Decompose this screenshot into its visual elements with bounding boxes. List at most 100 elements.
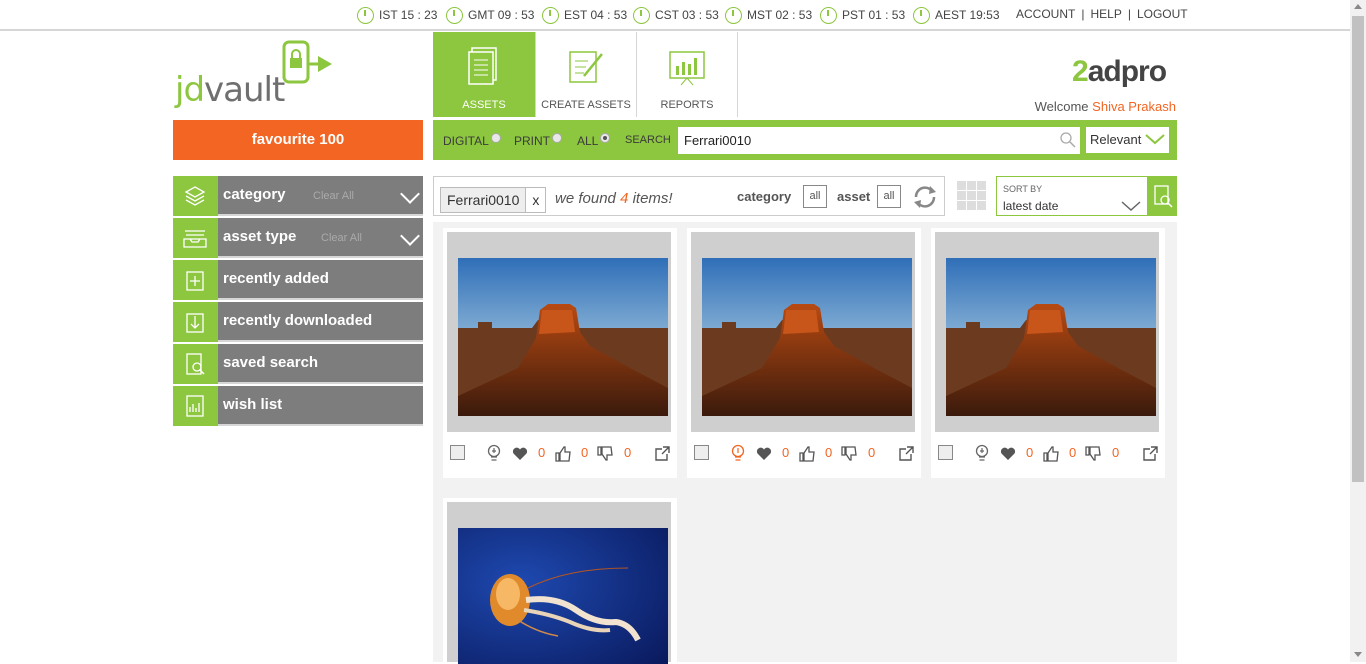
asset-thumbnail[interactable] (447, 502, 671, 664)
timezone-ist: IST 15 : 23 (357, 6, 437, 24)
asset-thumbnail[interactable] (935, 232, 1159, 432)
category-filter-label: category (737, 189, 792, 204)
create-assets-icon (569, 51, 603, 83)
desert-butte-image (702, 258, 912, 416)
radio-print[interactable] (552, 133, 562, 143)
separator: | (1081, 7, 1085, 21)
document-search-icon (1154, 185, 1173, 208)
idea-bulb-icon[interactable] (486, 444, 502, 464)
heart-icon[interactable] (1000, 447, 1016, 461)
download-icon (173, 302, 218, 342)
sidebar-item-saved-search[interactable]: saved search (173, 344, 423, 384)
asset-filter-value[interactable]: all (877, 185, 901, 208)
asset-actions: 0 0 0 (931, 442, 1165, 466)
chevron-down-icon[interactable] (1121, 200, 1141, 212)
reports-icon (669, 51, 705, 86)
clock-icon (633, 6, 650, 24)
asset-card[interactable] (443, 498, 677, 664)
chevron-down-icon[interactable] (1145, 133, 1165, 145)
asset-thumbnail[interactable] (691, 232, 915, 432)
clock-icon (542, 6, 559, 24)
asset-thumbnail[interactable] (447, 232, 671, 432)
tray-icon (173, 218, 218, 258)
external-link-icon[interactable] (898, 446, 914, 462)
dislike-count: 0 (624, 445, 632, 460)
asset-card[interactable]: 0 0 0 (687, 228, 921, 478)
idea-bulb-icon[interactable] (974, 444, 990, 464)
asset-actions: 0 0 0 (443, 442, 677, 466)
select-checkbox[interactable] (938, 445, 953, 460)
timezone-aest: AEST 19:53 (913, 6, 1000, 24)
filter-digital[interactable]: DIGITAL (443, 133, 501, 148)
thumbs-up-icon[interactable] (1043, 446, 1059, 462)
account-link[interactable]: ACCOUNT (1016, 7, 1075, 21)
tab-assets[interactable]: ASSETS (433, 32, 535, 117)
thumbs-down-icon[interactable] (1085, 446, 1101, 462)
select-checkbox[interactable] (694, 445, 709, 460)
sidebar-item-category[interactable]: category Clear All (173, 176, 423, 216)
layers-icon (173, 176, 218, 216)
external-link-icon[interactable] (1142, 446, 1158, 462)
external-link-icon[interactable] (654, 446, 670, 462)
top-links: ACCOUNT | HELP | LOGOUT (1016, 7, 1188, 21)
tab-reports[interactable]: REPORTS (636, 32, 738, 117)
chevron-down-icon[interactable] (400, 184, 420, 204)
timezone-cst: CST 03 : 53 (633, 6, 719, 24)
search-input[interactable] (678, 127, 1080, 154)
user-name[interactable]: Shiva Prakash (1092, 99, 1176, 114)
asset-actions: 0 0 0 (687, 442, 921, 466)
scroll-down-arrow-icon[interactable] (1354, 652, 1362, 657)
clear-all-link[interactable]: Clear All (321, 232, 362, 244)
search-term-chip: Ferrari0010 x (440, 187, 547, 213)
dislike-count: 0 (1112, 445, 1120, 460)
favourite-button[interactable]: favourite 100 (173, 120, 423, 160)
sidebar-item-asset-type[interactable]: asset type Clear All (173, 218, 423, 258)
logout-link[interactable]: LOGOUT (1137, 7, 1188, 21)
heart-icon[interactable] (512, 447, 528, 461)
thumbs-down-icon[interactable] (841, 446, 857, 462)
favourite-count: 0 (538, 445, 546, 460)
search-label: SEARCH (625, 134, 671, 146)
desert-butte-image (946, 258, 1156, 416)
welcome-text: Welcome Shiva Prakash (1034, 99, 1176, 114)
timezone-gmt: GMT 09 : 53 (446, 6, 534, 24)
like-count: 0 (1069, 445, 1077, 460)
sidebar-item-wish-list[interactable]: wish list (173, 386, 423, 426)
asset-filter-label: asset (837, 189, 871, 204)
chevron-down-icon[interactable] (400, 226, 420, 246)
thumbs-up-icon[interactable] (799, 446, 815, 462)
thumbs-up-icon[interactable] (555, 446, 571, 462)
clock-icon (357, 6, 374, 24)
tab-create-assets[interactable]: CREATE ASSETS (535, 32, 637, 117)
asset-card[interactable]: 0 0 0 (931, 228, 1165, 478)
filter-print[interactable]: PRINT (514, 133, 562, 148)
scroll-up-arrow-icon[interactable] (1354, 4, 1362, 9)
app-logo[interactable]: jdvault (175, 70, 285, 110)
sidebar-item-recently-added[interactable]: recently added (173, 260, 423, 300)
grid-view-icon[interactable] (957, 181, 987, 211)
radio-digital[interactable] (490, 133, 501, 143)
sort-value: latest date (1003, 199, 1059, 213)
filter-all[interactable]: ALL (577, 133, 611, 148)
category-filter-value[interactable]: all (803, 185, 827, 208)
idea-bulb-icon[interactable] (730, 444, 746, 464)
apply-sort-button[interactable] (1148, 176, 1177, 216)
vault-lock-logo-icon (282, 40, 332, 84)
refresh-icon[interactable] (911, 183, 939, 211)
search-icon[interactable] (1060, 132, 1076, 148)
jellyfish-image (458, 528, 668, 664)
favourite-count: 0 (782, 445, 790, 460)
desert-butte-image (458, 258, 668, 416)
dislike-count: 0 (868, 445, 876, 460)
remove-chip-button[interactable]: x (525, 188, 546, 212)
clear-all-link[interactable]: Clear All (313, 190, 354, 202)
asset-card[interactable]: 0 0 0 (443, 228, 677, 478)
radio-all[interactable] (600, 133, 611, 143)
add-icon (173, 260, 218, 300)
help-link[interactable]: HELP (1090, 7, 1121, 21)
sidebar-item-recently-downloaded[interactable]: recently downloaded (173, 302, 423, 342)
select-checkbox[interactable] (450, 445, 465, 460)
scrollbar-thumb[interactable] (1352, 16, 1364, 482)
heart-icon[interactable] (756, 447, 772, 461)
thumbs-down-icon[interactable] (597, 446, 613, 462)
